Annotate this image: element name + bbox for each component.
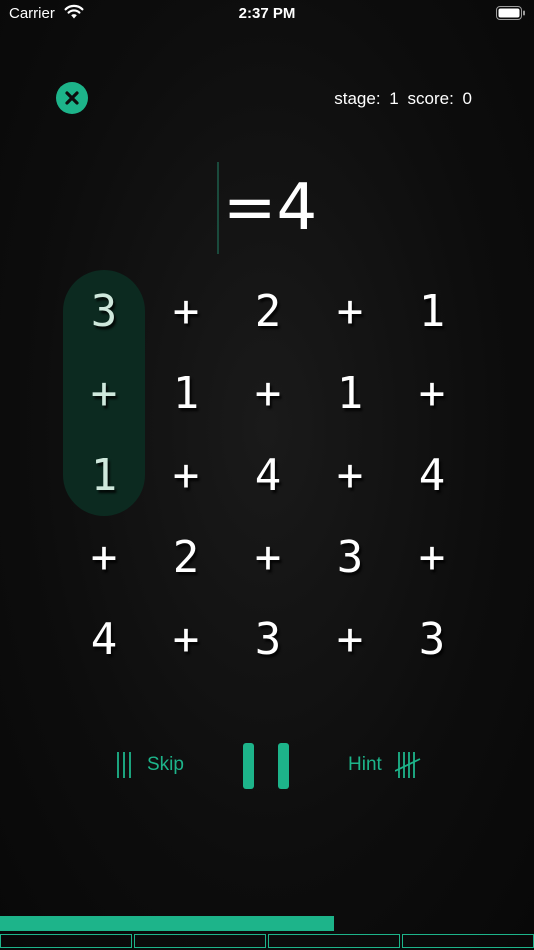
pause-icon-bar-left [243, 743, 254, 789]
game-screen: Carrier 2:37 PM stage: 1 score: 0 =4 3 +2… [0, 0, 534, 950]
grid-cell-operator[interactable]: + [227, 516, 309, 598]
grid-cell-operator[interactable]: + [145, 598, 227, 680]
stage-segment [268, 934, 400, 948]
grid-cell-number[interactable]: 4 [63, 598, 145, 680]
grid-cell-operator[interactable]: + [309, 598, 391, 680]
grid-cell-number[interactable]: 3 [63, 270, 145, 352]
grid-cell-number[interactable]: 3 [227, 598, 309, 680]
stage-segments [0, 934, 534, 948]
grid-cell-operator[interactable]: + [391, 352, 473, 434]
tally-five-icon [394, 752, 421, 778]
pause-button[interactable] [243, 743, 291, 789]
grid-cell-operator[interactable]: + [145, 434, 227, 516]
battery-icon [496, 6, 525, 20]
grid-cell-operator[interactable]: + [63, 352, 145, 434]
score-label: score: [407, 89, 454, 108]
grid-cell-number[interactable]: 4 [227, 434, 309, 516]
grid-cell-operator[interactable]: + [309, 434, 391, 516]
stage-segment [0, 934, 132, 948]
status-bar: Carrier 2:37 PM [0, 0, 534, 30]
stats-display: stage: 1 score: 0 [334, 89, 476, 109]
number-grid: 3 +2 +1 +1 +1 +1 +4 +4 +2 +3 +4 +3 +3 [63, 270, 473, 680]
grid-cell-number[interactable]: 1 [145, 352, 227, 434]
equation-cursor [216, 162, 219, 254]
hint-button[interactable]: Hint [348, 751, 421, 779]
grid-cell-operator[interactable]: + [309, 270, 391, 352]
skip-label: Skip [147, 754, 184, 775]
stage-segment [402, 934, 534, 948]
close-button[interactable] [56, 82, 88, 114]
progress-fill [0, 916, 334, 931]
grid-cell-number[interactable]: 2 [145, 516, 227, 598]
grid-cell-number[interactable]: 3 [309, 516, 391, 598]
grid-cell-number[interactable]: 1 [309, 352, 391, 434]
stage-value: 1 [389, 89, 399, 108]
grid-cell-operator[interactable]: + [391, 516, 473, 598]
grid-cell-operator[interactable]: + [227, 352, 309, 434]
status-time: 2:37 PM [238, 5, 296, 22]
grid-cell-operator[interactable]: + [63, 516, 145, 598]
stage-segment [134, 934, 266, 948]
skip-button[interactable]: Skip [116, 751, 184, 779]
hint-label: Hint [348, 754, 382, 775]
grid-cell-number[interactable]: 1 [63, 434, 145, 516]
score-value: 0 [462, 89, 472, 108]
close-icon [65, 91, 79, 105]
grid-cell-operator[interactable]: + [145, 270, 227, 352]
tally-marks-icon [117, 752, 131, 778]
stage-label: stage: [334, 89, 381, 108]
grid-cell-number[interactable]: 2 [227, 270, 309, 352]
game-controls: Skip Hint [0, 740, 534, 790]
pause-icon-bar-right [278, 743, 289, 789]
grid-cell-number[interactable]: 4 [391, 434, 473, 516]
equation-target: =4 [222, 171, 318, 245]
progress-bar [0, 916, 534, 931]
grid-cell-number[interactable]: 1 [391, 270, 473, 352]
equation-display: =4 [0, 160, 534, 256]
grid-cell-number[interactable]: 3 [391, 598, 473, 680]
